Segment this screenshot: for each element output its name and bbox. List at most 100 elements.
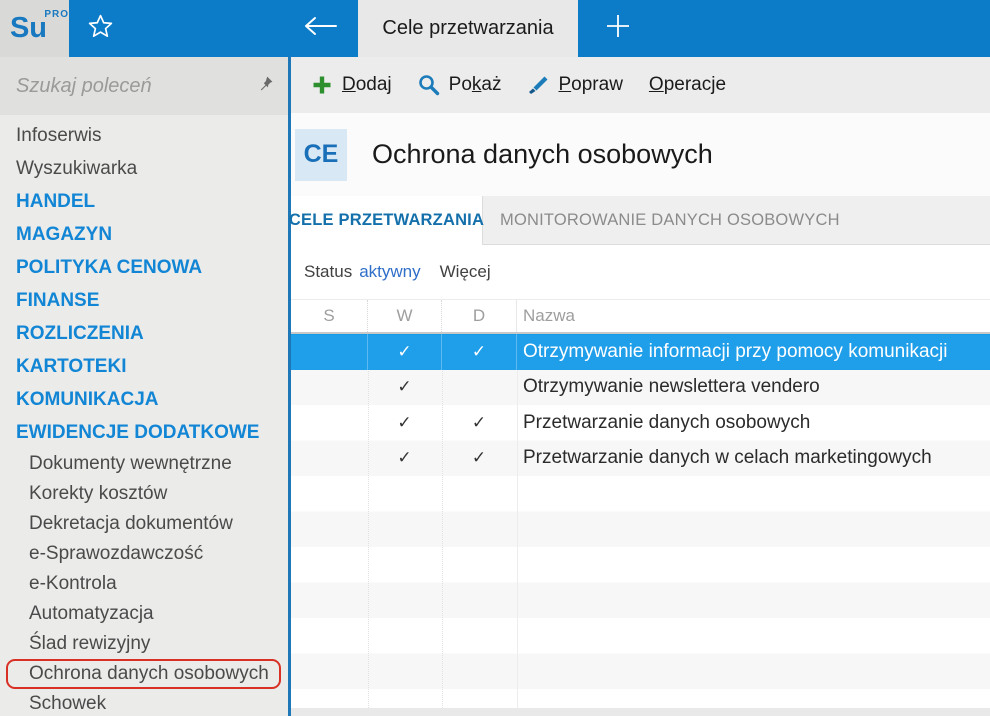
topbar-right-section xyxy=(578,0,990,57)
tab-cele-przetwarzania[interactable]: CELE PRZETWARZANIA xyxy=(288,196,485,245)
pin-icon[interactable] xyxy=(257,75,274,97)
sidebar-item-wyszukiwarka[interactable]: Wyszukiwarka xyxy=(0,152,288,185)
operations-button-label: Operacje xyxy=(648,74,727,95)
row-name: Przetwarzanie danych w celach marketingo… xyxy=(523,447,932,469)
empty-cell xyxy=(291,405,368,441)
table-body: ✓ ✓ Otrzymywanie informacji przy pomocy ko… xyxy=(291,334,990,708)
sidebar-item-label: MAGAZYN xyxy=(16,223,113,245)
table-row[interactable]: ✓ ✓ Przetwarzanie danych w celach marketin… xyxy=(291,441,990,477)
tab-label: CELE PRZETWARZANIA xyxy=(288,211,485,229)
sidebar-item-label: Wyszukiwarka xyxy=(16,157,138,179)
table-header: S W D Nazwa xyxy=(291,300,990,334)
plus-icon xyxy=(311,74,333,96)
sidebar-item-label: Infoserwis xyxy=(16,124,102,146)
body: Szukaj poleceń Infoserwis Wyszukiwarka HAN… xyxy=(0,57,990,716)
more-filters-button[interactable]: Więcej xyxy=(440,262,491,282)
sidebar-item-label: e-Kontrola xyxy=(29,573,117,594)
sidebar-item-ślad-rewizyjny[interactable]: Ślad rewizyjny xyxy=(0,629,288,659)
main-content: Dodaj Pokaż Popraw Operacje CE Ochrona d… xyxy=(288,57,990,716)
filter-bar: Status aktywny Więcej xyxy=(291,245,990,300)
row-name: Otrzymywanie newslettera vendero xyxy=(523,376,820,398)
app-window: SuPRO Cele przetwarzania Szukaj poleceń xyxy=(0,0,990,716)
sidebar-item-korekty-kosztów[interactable]: Korekty kosztów xyxy=(0,479,288,509)
sidebar-item-label: Automatyzacja xyxy=(29,603,154,624)
back-arrow-icon[interactable] xyxy=(302,15,338,42)
favorites-star-icon[interactable] xyxy=(87,13,114,45)
sidebar-item-finanse[interactable]: FINANSE xyxy=(0,284,288,317)
table-row[interactable]: ✓ ✓ Przetwarzanie danych osobowych xyxy=(291,405,990,441)
check-icon: ✓ xyxy=(471,448,487,468)
sidebar-item-ochrona-danych-osobowych[interactable]: Ochrona danych osobowych xyxy=(6,659,281,689)
column-header-d[interactable]: D xyxy=(442,300,517,332)
sidebar-menu: Infoserwis Wyszukiwarka HANDEL MAGAZYN POLIT… xyxy=(0,115,288,716)
sidebar-item-label: HANDEL xyxy=(16,190,96,212)
sidebar-item-polityka-cenowa[interactable]: POLITYKA CENOWA xyxy=(0,251,288,284)
row-name: Otrzymywanie informacji przy pomocy komu… xyxy=(523,340,948,362)
toolbar: Dodaj Pokaż Popraw Operacje xyxy=(291,57,990,113)
edit-button[interactable]: Popraw xyxy=(517,68,632,102)
sidebar-item-kartoteki[interactable]: KARTOTEKI xyxy=(0,350,288,383)
logo-pro-badge: PRO xyxy=(44,9,70,20)
show-button[interactable]: Pokaż xyxy=(408,68,512,102)
table-row[interactable]: ✓ ✓ Otrzymywanie informacji przy pomocy ko… xyxy=(291,334,990,370)
sidebar-item-label: POLITYKA CENOWA xyxy=(16,256,203,278)
tab-label: MONITOROWANIE DANYCH OSOBOWYCH xyxy=(500,210,840,229)
sidebar-item-dokumenty-wewnętrzne[interactable]: Dokumenty wewnętrzne xyxy=(0,449,288,479)
sidebar-item-label: KARTOTEKI xyxy=(16,355,127,377)
command-search[interactable]: Szukaj poleceń xyxy=(0,57,288,115)
sidebar-item-rozliczenia[interactable]: ROZLICZENIA xyxy=(0,317,288,350)
column-header-nazwa[interactable]: Nazwa xyxy=(517,300,990,332)
empty-cell xyxy=(291,370,368,406)
sidebar-item-label: Ślad rewizyjny xyxy=(29,633,151,654)
sidebar-item-e-sprawozdawczość[interactable]: e-Sprawozdawczość xyxy=(0,539,288,569)
check-icon: ✓ xyxy=(442,334,517,370)
add-button[interactable]: Dodaj xyxy=(301,68,402,102)
sidebar-item-label: Ochrona danych osobowych xyxy=(29,663,269,684)
sidebar-item-dekretacja-dokumentów[interactable]: Dekretacja dokumentów xyxy=(0,509,288,539)
view-tabs: CELE PRZETWARZANIA MONITOROWANIE DANYCH … xyxy=(288,196,990,245)
status-filter-label: Status xyxy=(304,262,353,281)
check-icon: ✓ xyxy=(471,412,487,432)
empty-cell xyxy=(291,441,368,477)
sidebar-item-label: e-Sprawozdawczość xyxy=(29,543,204,564)
sidebar-item-label: Korekty kosztów xyxy=(29,483,168,504)
status-strip xyxy=(291,708,990,716)
new-tab-plus-icon[interactable] xyxy=(604,12,632,45)
show-button-label: Pokaż xyxy=(448,74,502,95)
check-icon: ✓ xyxy=(397,448,412,468)
sidebar-item-e-kontrola[interactable]: e-Kontrola xyxy=(0,569,288,599)
sidebar-item-label: ROZLICZENIA xyxy=(16,322,144,344)
topbar-tab-label: Cele przetwarzania xyxy=(382,17,554,39)
table-row[interactable]: ✓ Otrzymywanie newslettera vendero xyxy=(291,370,990,406)
sidebar: Szukaj poleceń Infoserwis Wyszukiwarka HAN… xyxy=(0,57,291,716)
column-header-w[interactable]: W xyxy=(368,300,442,332)
sidebar-item-label: Schowek xyxy=(29,693,107,714)
row-name: Przetwarzanie danych osobowych xyxy=(523,411,811,433)
tab-monitorowanie-danych-osobowych[interactable]: MONITOROWANIE DANYCH OSOBOWYCH xyxy=(483,196,840,244)
sidebar-item-automatyzacja[interactable]: Automatyzacja xyxy=(0,599,288,629)
check-icon: ✓ xyxy=(397,412,412,432)
search-placeholder: Szukaj poleceń xyxy=(16,74,152,97)
status-filter-value[interactable]: aktywny xyxy=(359,262,420,282)
sidebar-item-label: FINANSE xyxy=(16,289,100,311)
check-icon: ✓ xyxy=(368,334,442,370)
page-title: Ochrona danych osobowych xyxy=(372,139,713,169)
add-button-label: Dodaj xyxy=(342,74,392,95)
title-area: CE Ochrona danych osobowych xyxy=(291,113,990,196)
sidebar-item-infoserwis[interactable]: Infoserwis xyxy=(0,119,288,152)
brush-icon xyxy=(527,74,549,96)
empty-cell xyxy=(442,370,517,406)
magnifier-icon xyxy=(418,74,440,96)
sidebar-item-magazyn[interactable]: MAGAZYN xyxy=(0,218,288,251)
edit-button-label: Popraw xyxy=(558,74,623,95)
topbar: Su PRO Cele przetwarzania xyxy=(0,0,990,57)
sidebar-item-handel[interactable]: HANDEL xyxy=(0,185,288,218)
sidebar-item-ewidencje-dodatkowe[interactable]: EWIDENCJE DODATKOWE xyxy=(0,416,288,449)
operations-button[interactable]: Operacje xyxy=(639,68,736,102)
sidebar-item-label: KOMUNIKACJA xyxy=(16,388,159,410)
topbar-active-tab[interactable]: Cele przetwarzania xyxy=(358,0,578,57)
column-header-s[interactable]: S xyxy=(291,300,368,332)
sidebar-item-komunikacja[interactable]: KOMUNIKACJA xyxy=(0,383,288,416)
sidebar-item-schowek[interactable]: Schowek xyxy=(0,689,288,716)
topbar-left-section xyxy=(69,0,358,57)
